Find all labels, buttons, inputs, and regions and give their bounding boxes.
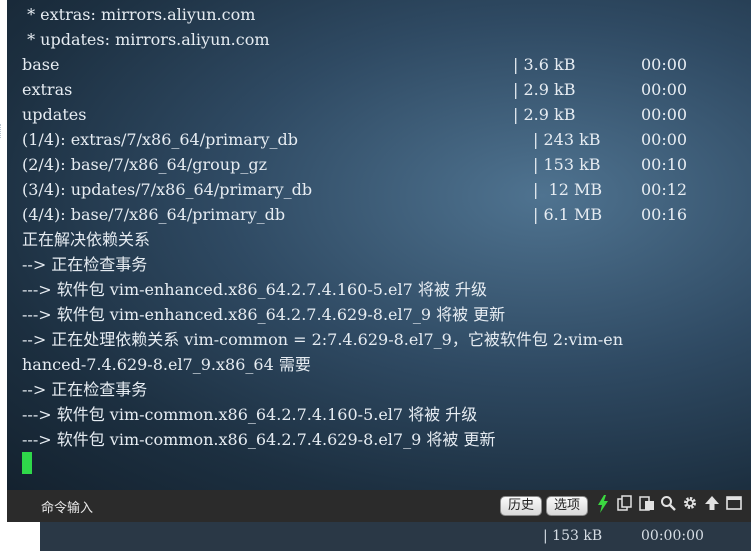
download-time: 00:00 (641, 80, 688, 99)
background-window-edge (0, 522, 40, 551)
gear-icon[interactable] (681, 495, 699, 515)
download-time: 00:00 (641, 130, 688, 149)
background-download-time: 00:00:00 (641, 528, 704, 544)
background-window (0, 522, 751, 551)
terminal-line: base (22, 55, 60, 74)
terminal-line: (1/4): extras/7/x86_64/primary_db (22, 130, 299, 149)
resize-handle[interactable] (0, 124, 4, 138)
command-input-label: 命令输入 (41, 501, 94, 516)
terminal-line: --> 正在处理依赖关系 vim-common = 2:7.4.629-8.el… (22, 330, 624, 349)
copy-icon[interactable] (616, 495, 634, 515)
download-time: 00:10 (641, 155, 688, 174)
terminal-line: ---> 软件包 vim-common.x86_64.2.7.4.629-8.e… (22, 430, 496, 449)
arrow-up-icon[interactable] (703, 495, 721, 515)
download-size: | 153 kB (533, 155, 601, 174)
window-icon[interactable] (725, 495, 743, 515)
terminal-line: (3/4): updates/7/x86_64/primary_db (22, 180, 313, 199)
options-button[interactable]: 选项 (546, 496, 589, 516)
terminal-line: 正在解决依赖关系 (22, 230, 151, 249)
terminal-line: (4/4): base/7/x86_64/primary_db (22, 205, 286, 224)
terminal-line: --> 正在检查事务 (22, 255, 148, 274)
download-size: | 6.1 MB (533, 205, 603, 224)
terminal-line: ---> 软件包 vim-common.x86_64.2.7.4.160-5.e… (22, 405, 478, 424)
terminal-output[interactable]: * extras: mirrors.aliyun.com * updates: … (7, 0, 751, 490)
terminal-line: * extras: mirrors.aliyun.com (22, 5, 256, 24)
download-time: 00:16 (641, 205, 688, 224)
terminal-line: hanced-7.4.629-8.el7_9.x86_64 需要 (22, 355, 311, 374)
terminal-cursor (22, 452, 32, 474)
terminal-line: updates (22, 105, 87, 124)
terminal-line: ---> 软件包 vim-enhanced.x86_64.2.7.4.629-8… (22, 305, 506, 324)
background-download-size: | 153 kB (543, 528, 603, 544)
download-size: | 12 MB (533, 180, 603, 199)
paste-icon[interactable] (638, 495, 656, 515)
download-time: 00:00 (641, 105, 688, 124)
terminal-line: extras (22, 80, 73, 99)
search-icon[interactable] (659, 495, 677, 515)
download-time: 00:00 (641, 55, 688, 74)
terminal-line: --> 正在检查事务 (22, 380, 148, 399)
terminal-line: (2/4): base/7/x86_64/group_gz (22, 155, 268, 174)
window-left-edge (0, 0, 7, 551)
download-size: | 243 kB (533, 130, 601, 149)
command-input-bar[interactable]: 命令输入 历史 选项 (7, 490, 751, 522)
download-size: | 2.9 kB (513, 80, 576, 99)
terminal-line: ---> 软件包 vim-enhanced.x86_64.2.7.4.160-5… (22, 280, 487, 299)
download-size: | 3.6 kB (513, 55, 576, 74)
lightning-icon[interactable] (594, 495, 612, 515)
download-size: | 2.9 kB (513, 105, 576, 124)
download-time: 00:12 (641, 180, 688, 199)
terminal-line: * updates: mirrors.aliyun.com (22, 30, 270, 49)
history-button[interactable]: 历史 (500, 496, 543, 516)
